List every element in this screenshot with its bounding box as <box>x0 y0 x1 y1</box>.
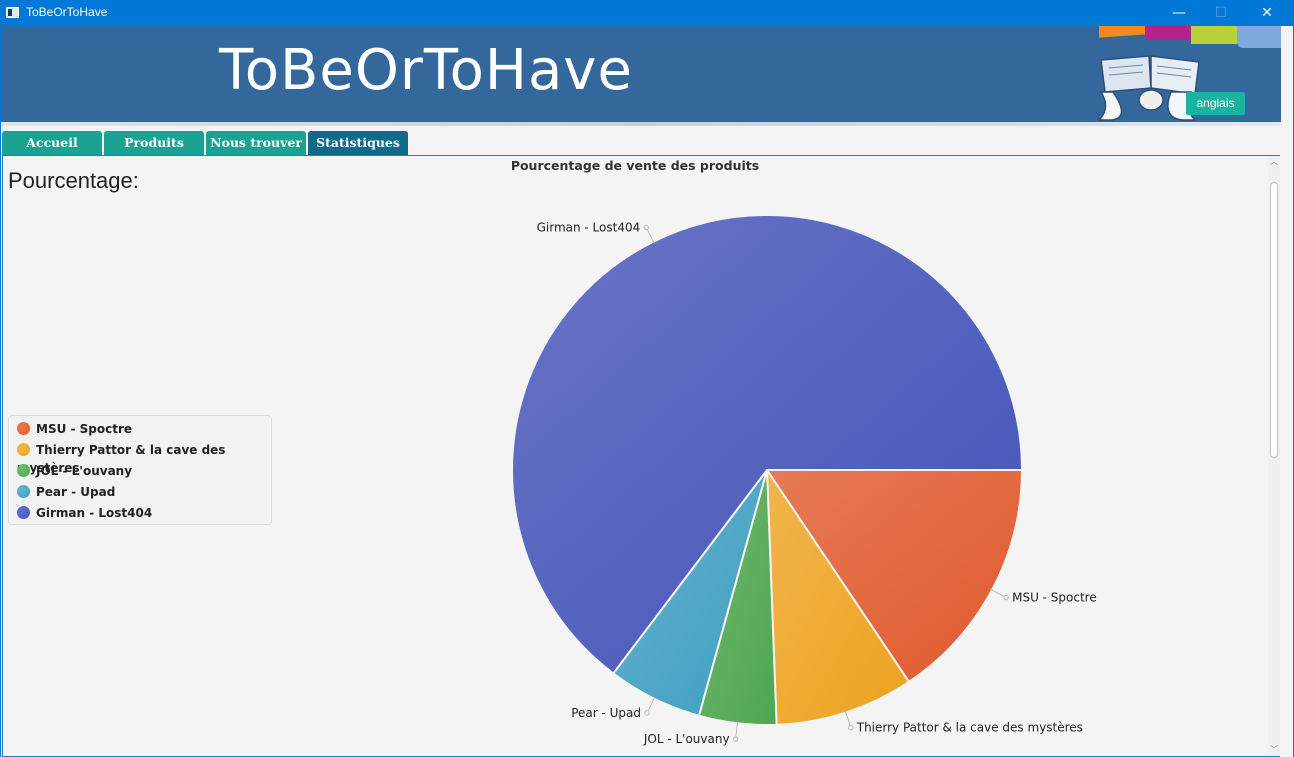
banner-strip <box>1 122 1281 126</box>
maximize-button[interactable]: ☐ <box>1198 0 1244 26</box>
pie-chart: MSU - Spoctre Thierry Pattor & la cave de… <box>511 214 1097 746</box>
scroll-up-arrow-icon[interactable]: ︿ <box>1268 156 1280 168</box>
label-leader-line <box>646 696 656 714</box>
label-leader-dot <box>732 736 739 742</box>
tab-produits[interactable]: Produits <box>104 131 204 155</box>
vertical-scrollbar[interactable]: ︿ ﹀ <box>1268 156 1280 756</box>
minimize-button[interactable]: — <box>1156 0 1202 26</box>
slice-label: MSU - Spoctre <box>1012 591 1097 605</box>
label-leader-line <box>645 227 655 244</box>
slice-label: Girman - Lost404 <box>537 220 641 234</box>
tab-nous-trouver[interactable]: Nous trouver <box>206 131 306 155</box>
label-leader-dot <box>1003 594 1009 601</box>
app-title: ToBeOrToHave <box>219 38 633 103</box>
title-bar[interactable]: ToBeOrToHave — ☐ ✕ <box>1 0 1293 26</box>
app-icon <box>6 7 19 18</box>
slice-label: JOL - L'ouvany <box>643 732 730 746</box>
label-leader-line <box>844 710 852 728</box>
window-title: ToBeOrToHave <box>26 5 108 19</box>
label-leader-dot <box>643 224 649 231</box>
scrollbar-thumb[interactable] <box>1270 182 1278 458</box>
scroll-down-arrow-icon[interactable]: ﹀ <box>1268 744 1280 756</box>
app-window: ToBeOrToHave — ☐ ✕ ToBeOrToHave anglais … <box>1 0 1293 757</box>
header-banner: ToBeOrToHave anglais <box>1 26 1281 122</box>
label-leader-dot <box>644 710 650 716</box>
close-button[interactable]: ✕ <box>1244 0 1290 26</box>
tab-statistiques[interactable]: Statistiques <box>308 131 408 155</box>
label-leader-dot <box>848 725 854 731</box>
language-button[interactable]: anglais <box>1186 92 1245 115</box>
tab-accueil[interactable]: Accueil <box>2 131 102 155</box>
slice-label: Thierry Pattor & la cave des mystères <box>856 721 1083 735</box>
statistics-panel: Pourcentage: Pourcentage de vente des pr… <box>2 155 1280 757</box>
slice-label: Pear - Upad <box>571 706 641 720</box>
